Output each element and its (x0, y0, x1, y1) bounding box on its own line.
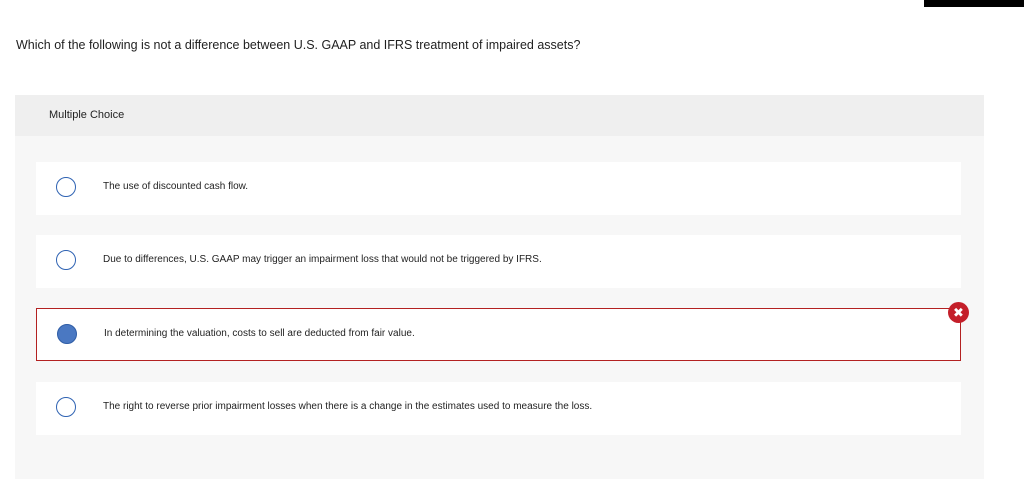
answer-option-text: Due to differences, U.S. GAAP may trigge… (103, 254, 542, 265)
multiple-choice-label: Multiple Choice (49, 109, 125, 121)
radio-button-selected[interactable] (57, 324, 77, 344)
page: Which of the following is not a differen… (0, 0, 1024, 490)
answer-option-text: In determining the valuation, costs to s… (104, 328, 415, 339)
top-bar (924, 0, 1024, 7)
answer-option-3-selected[interactable]: In determining the valuation, costs to s… (36, 308, 961, 361)
multiple-choice-panel: Multiple Choice The use of discounted ca… (15, 95, 984, 479)
radio-button[interactable] (56, 250, 76, 270)
answer-option-4[interactable]: The right to reverse prior impairment lo… (36, 382, 961, 435)
answer-option-1[interactable]: The use of discounted cash flow. (36, 162, 961, 215)
question-text: Which of the following is not a differen… (16, 38, 581, 52)
answer-option-2[interactable]: Due to differences, U.S. GAAP may trigge… (36, 235, 961, 288)
x-circle-icon: ✖ (948, 302, 969, 323)
answer-option-text: The use of discounted cash flow. (103, 181, 249, 192)
multiple-choice-header: Multiple Choice (15, 95, 984, 136)
answer-option-text: The right to reverse prior impairment lo… (103, 401, 593, 412)
radio-button[interactable] (56, 397, 76, 417)
radio-button[interactable] (56, 177, 76, 197)
